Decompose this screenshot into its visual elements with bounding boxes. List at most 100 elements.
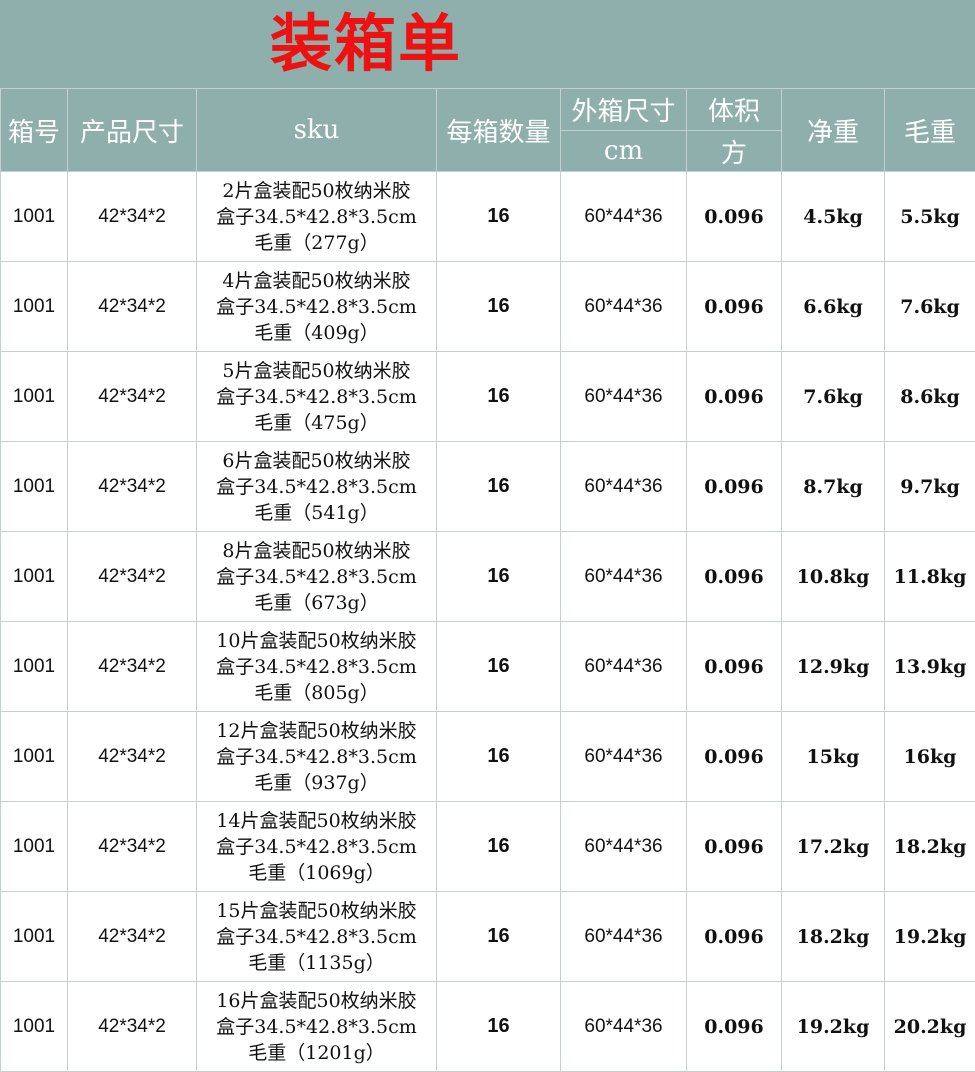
cell-volume: 0.096: [687, 262, 782, 352]
cell-volume: 0.096: [687, 982, 782, 1072]
sku-line: 毛重（541g）: [197, 500, 436, 526]
header-sku: sku: [197, 89, 437, 172]
cell-sku: 10片盒装配50枚纳米胶盒子34.5*42.8*3.5cm毛重（805g）: [197, 622, 437, 712]
sku-line: 4片盒装配50枚纳米胶: [197, 268, 436, 294]
header-volume-unit: 方: [687, 131, 782, 172]
sku-line: 毛重（409g）: [197, 320, 436, 346]
cell-net-weight: 15kg: [782, 712, 885, 802]
header-row: 箱号 产品尺寸 sku 每箱数量 外箱尺寸 体积 净重 毛重: [1, 89, 975, 131]
cell-qty: 16: [437, 982, 561, 1072]
cell-box-no: 1001: [1, 622, 68, 712]
table-row: 1001 42*34*2 4片盒装配50枚纳米胶盒子34.5*42.8*3.5c…: [1, 262, 975, 352]
sku-line: 盒子34.5*42.8*3.5cm: [197, 204, 436, 230]
sku-line: 15片盒装配50枚纳米胶: [197, 898, 436, 924]
table-row: 1001 42*34*2 5片盒装配50枚纳米胶盒子34.5*42.8*3.5c…: [1, 352, 975, 442]
cell-box-no: 1001: [1, 982, 68, 1072]
sku-line: 16片盒装配50枚纳米胶: [197, 988, 436, 1014]
cell-volume: 0.096: [687, 172, 782, 262]
sku-line: 2片盒装配50枚纳米胶: [197, 178, 436, 204]
cell-outer-size: 60*44*36: [561, 262, 687, 352]
sku-line: 盒子34.5*42.8*3.5cm: [197, 654, 436, 680]
cell-gross-weight: 19.2kg: [885, 892, 975, 982]
sku-line: 毛重（475g）: [197, 410, 436, 436]
cell-volume: 0.096: [687, 352, 782, 442]
cell-sku: 5片盒装配50枚纳米胶盒子34.5*42.8*3.5cm毛重（475g）: [197, 352, 437, 442]
cell-volume: 0.096: [687, 622, 782, 712]
table-row: 1001 42*34*2 16片盒装配50枚纳米胶盒子34.5*42.8*3.5…: [1, 982, 975, 1072]
cell-box-no: 1001: [1, 802, 68, 892]
cell-net-weight: 8.7kg: [782, 442, 885, 532]
cell-box-no: 1001: [1, 442, 68, 532]
packing-list-table: 箱号 产品尺寸 sku 每箱数量 外箱尺寸 体积 净重 毛重 cm 方 1001…: [0, 88, 975, 1072]
table-row: 1001 42*34*2 14片盒装配50枚纳米胶盒子34.5*42.8*3.5…: [1, 802, 975, 892]
cell-qty: 16: [437, 802, 561, 892]
sku-line: 盒子34.5*42.8*3.5cm: [197, 564, 436, 590]
sku-line: 毛重（277g）: [197, 230, 436, 256]
cell-outer-size: 60*44*36: [561, 622, 687, 712]
cell-product-size: 42*34*2: [68, 352, 197, 442]
cell-box-no: 1001: [1, 892, 68, 982]
cell-qty: 16: [437, 532, 561, 622]
cell-outer-size: 60*44*36: [561, 982, 687, 1072]
header-gross-weight: 毛重: [885, 89, 975, 172]
cell-sku: 14片盒装配50枚纳米胶盒子34.5*42.8*3.5cm毛重（1069g）: [197, 802, 437, 892]
sku-line: 盒子34.5*42.8*3.5cm: [197, 474, 436, 500]
cell-box-no: 1001: [1, 712, 68, 802]
cell-qty: 16: [437, 442, 561, 532]
sku-line: 6片盒装配50枚纳米胶: [197, 448, 436, 474]
cell-net-weight: 12.9kg: [782, 622, 885, 712]
cell-sku: 15片盒装配50枚纳米胶盒子34.5*42.8*3.5cm毛重（1135g）: [197, 892, 437, 982]
cell-net-weight: 19.2kg: [782, 982, 885, 1072]
header-outer-size: 外箱尺寸: [561, 89, 687, 131]
cell-sku: 12片盒装配50枚纳米胶盒子34.5*42.8*3.5cm毛重（937g）: [197, 712, 437, 802]
cell-gross-weight: 18.2kg: [885, 802, 975, 892]
sku-line: 14片盒装配50枚纳米胶: [197, 808, 436, 834]
cell-gross-weight: 9.7kg: [885, 442, 975, 532]
table-row: 1001 42*34*2 2片盒装配50枚纳米胶盒子34.5*42.8*3.5c…: [1, 172, 975, 262]
sku-line: 毛重（937g）: [197, 770, 436, 796]
cell-qty: 16: [437, 262, 561, 352]
sku-line: 毛重（673g）: [197, 590, 436, 616]
header-qty-per-box: 每箱数量: [437, 89, 561, 172]
cell-net-weight: 10.8kg: [782, 532, 885, 622]
cell-volume: 0.096: [687, 442, 782, 532]
cell-sku: 6片盒装配50枚纳米胶盒子34.5*42.8*3.5cm毛重（541g）: [197, 442, 437, 532]
cell-product-size: 42*34*2: [68, 892, 197, 982]
cell-product-size: 42*34*2: [68, 982, 197, 1072]
cell-net-weight: 7.6kg: [782, 352, 885, 442]
sku-line: 盒子34.5*42.8*3.5cm: [197, 384, 436, 410]
cell-gross-weight: 7.6kg: [885, 262, 975, 352]
cell-sku: 16片盒装配50枚纳米胶盒子34.5*42.8*3.5cm毛重（1201g）: [197, 982, 437, 1072]
cell-product-size: 42*34*2: [68, 712, 197, 802]
cell-gross-weight: 13.9kg: [885, 622, 975, 712]
sku-line: 12片盒装配50枚纳米胶: [197, 718, 436, 744]
header-volume: 体积: [687, 89, 782, 131]
cell-net-weight: 17.2kg: [782, 802, 885, 892]
cell-box-no: 1001: [1, 262, 68, 352]
cell-outer-size: 60*44*36: [561, 532, 687, 622]
sku-line: 毛重（805g）: [197, 680, 436, 706]
sku-line: 盒子34.5*42.8*3.5cm: [197, 294, 436, 320]
header-outer-size-unit: cm: [561, 131, 687, 172]
cell-box-no: 1001: [1, 172, 68, 262]
cell-sku: 8片盒装配50枚纳米胶盒子34.5*42.8*3.5cm毛重（673g）: [197, 532, 437, 622]
cell-volume: 0.096: [687, 892, 782, 982]
table-row: 1001 42*34*2 12片盒装配50枚纳米胶盒子34.5*42.8*3.5…: [1, 712, 975, 802]
cell-gross-weight: 8.6kg: [885, 352, 975, 442]
cell-product-size: 42*34*2: [68, 622, 197, 712]
cell-product-size: 42*34*2: [68, 172, 197, 262]
cell-volume: 0.096: [687, 712, 782, 802]
cell-product-size: 42*34*2: [68, 442, 197, 532]
table-row: 1001 42*34*2 8片盒装配50枚纳米胶盒子34.5*42.8*3.5c…: [1, 532, 975, 622]
cell-product-size: 42*34*2: [68, 532, 197, 622]
cell-gross-weight: 20.2kg: [885, 982, 975, 1072]
cell-volume: 0.096: [687, 802, 782, 892]
header-product-size: 产品尺寸: [68, 89, 197, 172]
sku-line: 盒子34.5*42.8*3.5cm: [197, 924, 436, 950]
cell-outer-size: 60*44*36: [561, 172, 687, 262]
sku-line: 毛重（1201g）: [197, 1040, 436, 1066]
sku-line: 盒子34.5*42.8*3.5cm: [197, 834, 436, 860]
cell-product-size: 42*34*2: [68, 802, 197, 892]
cell-outer-size: 60*44*36: [561, 892, 687, 982]
cell-box-no: 1001: [1, 352, 68, 442]
